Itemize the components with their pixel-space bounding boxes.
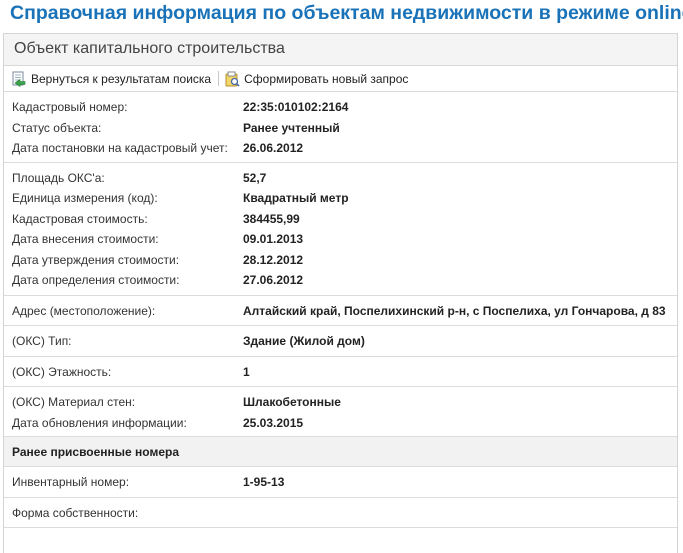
inventory-number-label: Инвентарный номер: bbox=[12, 475, 130, 490]
row-oks-wall-material: (ОКС) Материал стен: Шлакобетонные bbox=[12, 392, 677, 413]
area-label: Площадь ОКС'а: bbox=[12, 170, 105, 185]
cadastral-value-value: 384455,99 bbox=[243, 211, 300, 226]
row-value-entry-date: Дата внесения стоимости: 09.01.2013 bbox=[12, 229, 677, 250]
oks-floors-label: (ОКС) Этажность: bbox=[12, 364, 112, 379]
section-address: Адрес (местоположение): Алтайский край, … bbox=[4, 296, 677, 326]
object-status-label: Статус объекта: bbox=[12, 120, 102, 135]
value-determination-date-value: 27.06.2012 bbox=[243, 273, 304, 288]
cadastral-number-value: 22:35:010102:2164 bbox=[243, 100, 349, 115]
new-request-label: Сформировать новый запрос bbox=[244, 71, 409, 86]
row-address: Адрес (местоположение): Алтайский край, … bbox=[12, 301, 677, 322]
row-inventory-number: Инвентарный номер: 1-95-13 bbox=[12, 472, 677, 493]
value-approval-date-value: 28.12.2012 bbox=[243, 252, 304, 267]
value-determination-date-label: Дата определения стоимости: bbox=[12, 273, 180, 288]
section-type: (ОКС) Тип: Здание (Жилой дом) bbox=[4, 326, 677, 357]
inventory-number-value: 1-95-13 bbox=[243, 475, 285, 490]
section-floors: (ОКС) Этажность: 1 bbox=[4, 357, 677, 387]
cadastral-value-label: Кадастровая стоимость: bbox=[12, 211, 148, 226]
row-object-status: Статус объекта: Ранее учтенный bbox=[12, 118, 677, 139]
value-approval-date-label: Дата утверждения стоимости: bbox=[12, 252, 180, 267]
registration-date-value: 26.06.2012 bbox=[243, 141, 304, 156]
panel-title: Объект капитального строительства bbox=[4, 34, 677, 66]
row-oks-type: (ОКС) Тип: Здание (Жилой дом) bbox=[12, 331, 677, 352]
previous-numbers-heading-text: Ранее присвоенные номера bbox=[12, 444, 180, 459]
row-ownership-form: Форма собственности: bbox=[12, 503, 677, 524]
back-to-results-button[interactable]: Вернуться к результатам поиска bbox=[11, 71, 211, 87]
row-oks-floors: (ОКС) Этажность: 1 bbox=[12, 362, 677, 383]
cadastral-number-label: Кадастровый номер: bbox=[12, 100, 128, 115]
toolbar-separator bbox=[218, 71, 220, 86]
row-cadastral-number: Кадастровый номер: 22:35:010102:2164 bbox=[12, 97, 677, 118]
new-request-icon bbox=[225, 71, 240, 87]
section-inventory: Инвентарный номер: 1-95-13 bbox=[4, 467, 677, 498]
toolbar: Вернуться к результатам поиска Сформиров… bbox=[4, 66, 677, 92]
value-entry-date-value: 09.01.2013 bbox=[243, 232, 304, 247]
oks-type-label: (ОКС) Тип: bbox=[12, 334, 72, 349]
object-panel: Объект капитального строительства Вернут… bbox=[3, 33, 678, 553]
oks-wall-material-value: Шлакобетонные bbox=[243, 395, 341, 410]
back-document-icon bbox=[12, 71, 26, 87]
address-value: Алтайский край, Поспелихинский р-н, с По… bbox=[243, 303, 666, 318]
back-to-results-label: Вернуться к результатам поиска bbox=[31, 71, 212, 86]
value-entry-date-label: Дата внесения стоимости: bbox=[12, 232, 159, 247]
section-registration: Кадастровый номер: 22:35:010102:2164 Ста… bbox=[4, 92, 677, 163]
info-update-date-value: 25.03.2015 bbox=[243, 415, 304, 430]
section-area-cost: Площадь ОКС'а: 52,7 Единица измерения (к… bbox=[4, 163, 677, 296]
row-value-determination-date: Дата определения стоимости: 27.06.2012 bbox=[12, 270, 677, 291]
address-label: Адрес (местоположение): bbox=[12, 303, 156, 318]
oks-floors-value: 1 bbox=[243, 364, 250, 379]
page-title: Справочная информация по объектам недвиж… bbox=[10, 2, 683, 24]
info-update-date-label: Дата обновления информации: bbox=[12, 415, 187, 430]
row-value-approval-date: Дата утверждения стоимости: 28.12.2012 bbox=[12, 250, 677, 271]
previous-numbers-heading: Ранее присвоенные номера bbox=[4, 437, 677, 467]
unit-label: Единица измерения (код): bbox=[12, 191, 158, 206]
section-ownership: Форма собственности: bbox=[4, 498, 677, 528]
unit-value: Квадратный метр bbox=[243, 191, 349, 206]
new-request-button[interactable]: Сформировать новый запрос bbox=[224, 71, 408, 87]
section-material: (ОКС) Материал стен: Шлакобетонные Дата … bbox=[4, 387, 677, 437]
registration-date-label: Дата постановки на кадастровый учет: bbox=[12, 141, 228, 156]
previous-numbers-heading-row: Ранее присвоенные номера bbox=[12, 442, 677, 463]
oks-type-value: Здание (Жилой дом) bbox=[243, 334, 365, 349]
area-value: 52,7 bbox=[243, 170, 267, 185]
row-unit: Единица измерения (код): Квадратный метр bbox=[12, 188, 677, 209]
oks-wall-material-label: (ОКС) Материал стен: bbox=[12, 395, 136, 410]
row-registration-date: Дата постановки на кадастровый учет: 26.… bbox=[12, 138, 677, 159]
row-cadastral-value: Кадастровая стоимость: 384455,99 bbox=[12, 209, 677, 230]
row-area: Площадь ОКС'а: 52,7 bbox=[12, 168, 677, 189]
ownership-form-label: Форма собственности: bbox=[12, 505, 139, 520]
object-status-value: Ранее учтенный bbox=[243, 120, 340, 135]
row-info-update-date: Дата обновления информации: 25.03.2015 bbox=[12, 413, 677, 434]
